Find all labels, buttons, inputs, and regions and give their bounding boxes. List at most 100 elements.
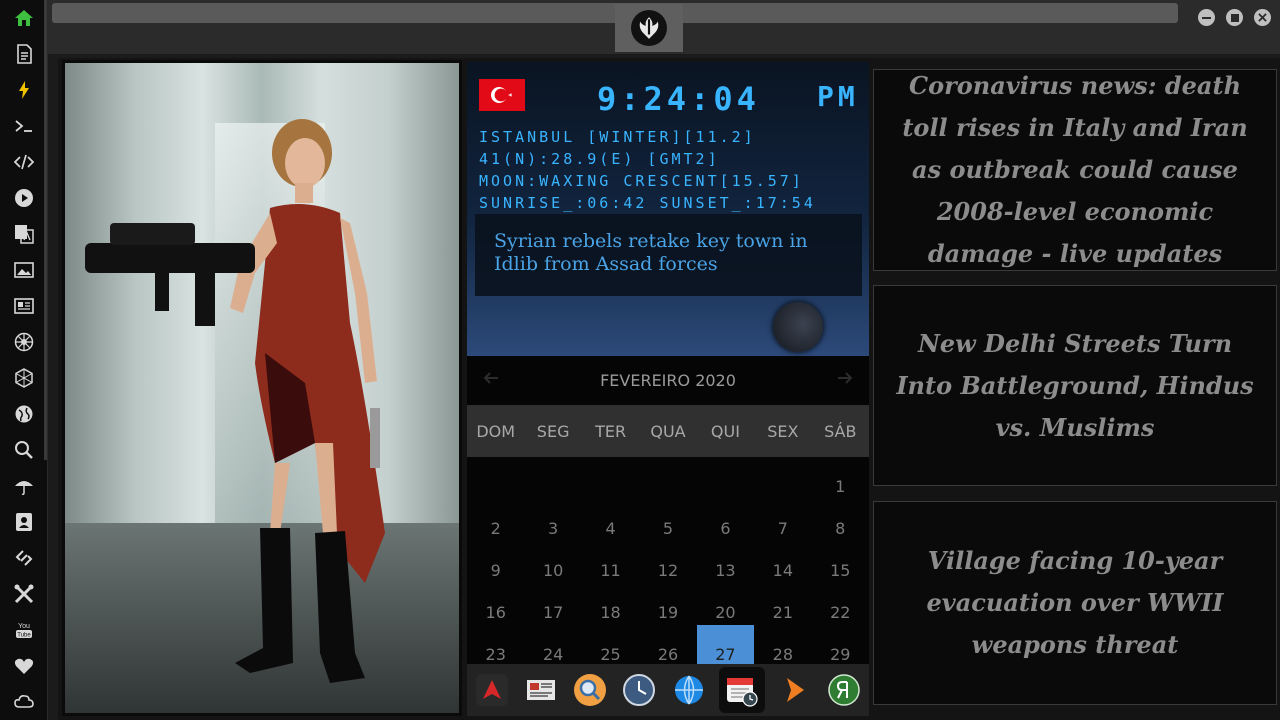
dock-app-search[interactable] (571, 671, 609, 709)
clock-coords: 41(N):28.9(E) [GMT2] (479, 150, 720, 168)
calendar-day[interactable]: 6 (697, 499, 754, 541)
sidebar-item-cloud[interactable] (0, 684, 48, 720)
link-icon (15, 550, 33, 566)
globe-icon (674, 675, 703, 705)
sidebar-item-link[interactable] (0, 540, 48, 576)
dock-app-newspaper[interactable] (522, 671, 560, 709)
sidebar-item-translate[interactable] (0, 216, 48, 252)
calendar-day[interactable]: 3 (524, 499, 581, 541)
code-icon (14, 154, 34, 170)
calendar-day[interactable]: 22 (812, 583, 869, 625)
sidebar-item-document[interactable] (0, 36, 48, 72)
sidebar-item-terminal[interactable] (0, 108, 48, 144)
hexagon-icon (15, 368, 33, 388)
headline-1[interactable]: Coronavirus news: death toll rises in It… (873, 69, 1277, 271)
tools-icon (14, 584, 34, 604)
search-icon (574, 674, 607, 706)
calendar-day[interactable]: 25 (582, 625, 639, 667)
sidebar-item-search[interactable] (0, 432, 48, 468)
sidebar-item-heart[interactable] (0, 648, 48, 684)
moon-icon (773, 302, 823, 352)
wallpaper-photo (62, 60, 462, 716)
calendar-day[interactable]: 20 (697, 583, 754, 625)
dock-app-globe[interactable] (670, 671, 708, 709)
forward-icon (787, 678, 805, 702)
dock-app-launcher[interactable] (473, 671, 511, 709)
empire-icon (14, 332, 34, 352)
moon-phase: MOON:WAXING CRESCENT[15.57] (479, 172, 804, 190)
lightning-icon (19, 81, 29, 99)
sidebar-item-lightning[interactable] (0, 72, 48, 108)
arrow-right-icon (838, 372, 853, 384)
calendar-day[interactable]: 8 (812, 499, 869, 541)
heart-icon (14, 658, 34, 674)
sidebar-item-home[interactable] (0, 0, 48, 36)
calendar-day[interactable]: 17 (524, 583, 581, 625)
calendar-day[interactable]: 26 (639, 625, 696, 667)
dock-app-clock[interactable] (620, 671, 658, 709)
calendar-day[interactable]: 29 (812, 625, 869, 667)
calendar-day[interactable]: 23 (467, 625, 524, 667)
calendar-day[interactable]: 2 (467, 499, 524, 541)
image-icon (14, 262, 34, 278)
newspaper-icon (526, 680, 555, 700)
clock-location: ISTANBUL [WINTER][11.2] (479, 128, 756, 146)
headline-3[interactable]: Village facing 10-year evacuation over W… (873, 501, 1277, 705)
calendar-day (639, 457, 696, 499)
top-bar (48, 0, 1280, 54)
calendar-day[interactable]: 15 (812, 541, 869, 583)
logo-tab[interactable] (615, 4, 683, 52)
minimize-button[interactable] (1198, 9, 1215, 26)
play-icon (15, 189, 33, 207)
sidebar-item-play[interactable] (0, 180, 48, 216)
clock-icon (623, 674, 656, 706)
calendar-day[interactable]: 12 (639, 541, 696, 583)
calendar-day[interactable]: 13 (697, 541, 754, 583)
calendar-day[interactable]: 11 (582, 541, 639, 583)
sidebar-item-youtube[interactable]: You Tube (0, 612, 48, 648)
dock-app-calendar[interactable] (718, 667, 765, 713)
calendar-day[interactable]: 5 (639, 499, 696, 541)
calendar-day[interactable]: 19 (639, 583, 696, 625)
sidebar-item-news[interactable] (0, 288, 48, 324)
turkey-flag-icon (479, 79, 525, 111)
sidebar-item-contacts[interactable] (0, 504, 48, 540)
dock-app-forward[interactable] (776, 671, 814, 709)
maximize-button[interactable] (1226, 9, 1243, 26)
calendar-day[interactable]: 7 (754, 499, 811, 541)
calendar-prev-button[interactable] (481, 368, 501, 393)
headline-2[interactable]: New Delhi Streets Turn Into Battleground… (873, 285, 1277, 486)
calendar-grid: 1 2 3 4 5 6 7 8 9 10 11 12 13 14 15 16 1… (467, 457, 869, 667)
sidebar-item-empire[interactable] (0, 324, 48, 360)
sidebar-item-globe[interactable] (0, 396, 48, 432)
weekday-label: SEG (536, 421, 570, 441)
calendar-day-today[interactable]: 27 (696, 625, 755, 667)
sidebar: You Tube (0, 0, 48, 720)
sidebar-item-hexagon[interactable] (0, 360, 48, 396)
calendar-day[interactable]: 24 (524, 625, 581, 667)
calendar-day[interactable]: 16 (467, 583, 524, 625)
weekday-label: SEX (767, 421, 799, 441)
calendar-day[interactable]: 21 (754, 583, 811, 625)
calendar-day[interactable]: 10 (524, 541, 581, 583)
sidebar-item-tools[interactable] (0, 576, 48, 612)
svg-text:Tube: Tube (17, 633, 31, 639)
close-button[interactable] (1254, 9, 1271, 26)
news-icon (14, 298, 34, 314)
umbrella-icon (15, 481, 33, 496)
sidebar-item-image[interactable] (0, 252, 48, 288)
calendar-widget: FEVEREIRO 2020 DOM SEG TER QUA QUI SEX S… (467, 356, 869, 667)
calendar-day[interactable]: 1 (812, 457, 869, 499)
sidebar-item-umbrella[interactable] (0, 468, 48, 504)
translate-icon (15, 225, 34, 244)
sidebar-item-code[interactable] (0, 144, 48, 180)
news-ticker[interactable]: Syrian rebels retake key town in Idlib f… (475, 214, 862, 296)
calendar-day[interactable]: 18 (582, 583, 639, 625)
calendar-header: FEVEREIRO 2020 (467, 356, 869, 404)
calendar-day[interactable]: 4 (582, 499, 639, 541)
dock-app-yandex[interactable] (825, 671, 863, 709)
calendar-next-button[interactable] (835, 368, 855, 393)
calendar-day[interactable]: 14 (754, 541, 811, 583)
calendar-day[interactable]: 28 (754, 625, 811, 667)
calendar-day[interactable]: 9 (467, 541, 524, 583)
